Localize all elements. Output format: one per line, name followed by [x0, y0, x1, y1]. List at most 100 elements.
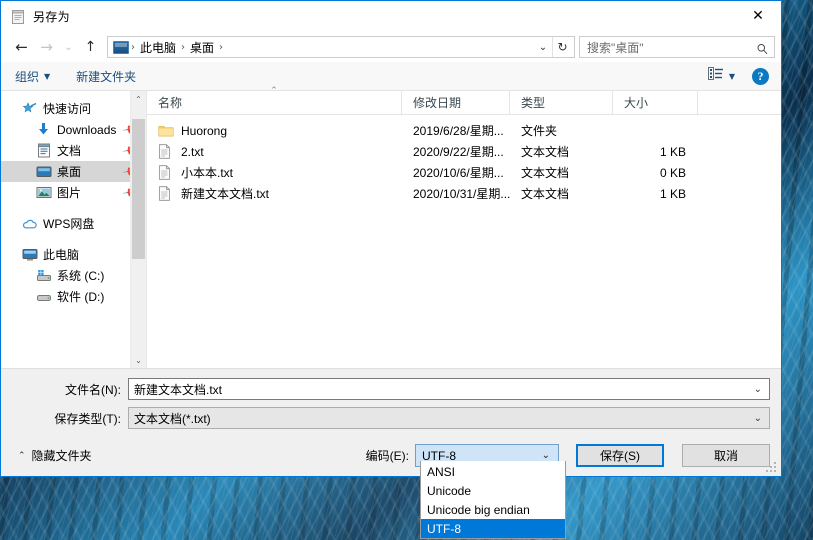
text-file-icon [158, 186, 176, 201]
hide-folders-toggle[interactable]: ⌃ 隐藏文件夹 [18, 447, 92, 464]
sidebar-item-this-pc[interactable]: 此电脑 [1, 244, 146, 265]
up-icon[interactable]: ↑ [78, 35, 103, 59]
sidebar-item-drive-d[interactable]: 软件 (D:) [1, 286, 146, 307]
column-header-name[interactable]: ⌃ 名称 [147, 86, 402, 114]
sidebar-item-pictures[interactable]: 图片 📌 [1, 182, 146, 203]
navigation-sidebar: 快速访问 Downloads 📌 [1, 91, 146, 368]
save-button[interactable]: 保存(S) [576, 444, 664, 467]
scrollbar-track[interactable] [131, 107, 146, 352]
breadcrumb-separator: › [181, 41, 186, 53]
chevron-down-icon: ▼ [44, 71, 51, 81]
breadcrumb-desktop[interactable]: 桌面 [187, 39, 217, 56]
encoding-dropdown-list[interactable]: ANSI Unicode Unicode big endian UTF-8 [420, 461, 566, 539]
encoding-option-unicode-big-endian[interactable]: Unicode big endian [421, 500, 565, 519]
sidebar-item-wps-cloud[interactable]: WPS网盘 [1, 213, 146, 234]
filename-label: 文件名(N): [65, 382, 121, 397]
recent-locations-icon[interactable]: ⌄ [59, 35, 78, 59]
table-row[interactable]: 2.txt 2020/9/22/星期... 文本文档 1 KB [147, 141, 781, 162]
sidebar-item-drive-c[interactable]: 系统 (C:) [1, 265, 146, 286]
sidebar-item-documents[interactable]: 文档 📌 [1, 140, 146, 161]
download-icon [35, 122, 52, 137]
file-type-cell: 文本文档 [521, 145, 570, 159]
hide-folders-label: 隐藏文件夹 [31, 449, 92, 463]
encoding-label: 编码(E): [365, 449, 409, 463]
filetype-select[interactable]: 文本文档(*.txt) ⌄ [128, 407, 770, 429]
drive-icon [35, 291, 52, 303]
cloud-icon [21, 218, 38, 230]
breadcrumb-this-pc[interactable]: 此电脑 [137, 39, 179, 56]
sidebar-item-label: 软件 (D:) [57, 290, 105, 304]
file-name-cell: 小本本.txt [147, 164, 402, 181]
scroll-down-icon[interactable]: ⌄ [131, 352, 147, 368]
new-folder-button[interactable]: 新建文件夹 [76, 68, 136, 85]
command-bar-right: ▼ ? [707, 67, 769, 85]
sidebar-item-downloads[interactable]: Downloads 📌 [1, 119, 146, 140]
file-date-cell: 2020/9/22/星期... [413, 145, 504, 159]
sidebar-item-quick-access[interactable]: 快速访问 [1, 98, 146, 119]
forward-icon[interactable]: → [34, 35, 59, 59]
filename-input[interactable]: 新建文本文档.txt ⌄ [128, 378, 770, 400]
search-placeholder: 搜索"桌面" [587, 40, 644, 55]
text-file-icon [158, 165, 176, 180]
this-pc-icon [21, 248, 38, 262]
close-button[interactable]: ✕ [735, 1, 781, 31]
view-mode-button[interactable]: ▼ [707, 67, 735, 85]
sidebar-item-desktop[interactable]: 桌面 📌 [1, 161, 146, 182]
resize-grip[interactable] [766, 462, 778, 474]
chevron-down-icon[interactable]: ⌄ [754, 384, 762, 395]
scrollbar-thumb[interactable] [132, 119, 145, 259]
table-row[interactable]: 新建文本文档.txt 2020/10/31/星期... 文本文档 1 KB [147, 183, 781, 204]
file-name-cell: Huorong [147, 124, 402, 138]
scroll-up-icon[interactable]: ⌃ [131, 91, 147, 107]
command-bar: 组织 ▼ 新建文件夹 ▼ ? [1, 62, 781, 91]
filetype-value: 文本文档(*.txt) [134, 411, 211, 426]
column-header-type[interactable]: 类型 [510, 91, 613, 114]
dialog-body: 快速访问 Downloads 📌 [1, 86, 781, 368]
sidebar-item-label: 此电脑 [43, 248, 80, 262]
table-row[interactable]: 小本本.txt 2020/10/6/星期... 文本文档 0 KB [147, 162, 781, 183]
column-headers: ⌃ 名称 修改日期 类型 大小 [147, 86, 781, 115]
file-size-cell: 1 KB [659, 144, 686, 159]
column-header-size[interactable]: 大小 [613, 91, 698, 114]
save-as-dialog: 另存为 ✕ ← → ⌄ ↑ › 此电脑 › 桌面 › ⌄ ↻ 搜索"桌面" 组织… [0, 0, 782, 477]
file-name-cell: 新建文本文档.txt [147, 185, 402, 202]
sidebar-scrollbar[interactable]: ⌃ ⌄ [130, 91, 146, 368]
notepad-icon [10, 9, 26, 25]
search-input[interactable]: 搜索"桌面" [579, 36, 775, 58]
chevron-down-icon[interactable]: ⌄ [534, 37, 552, 57]
encoding-option-ansi[interactable]: ANSI [421, 462, 565, 481]
file-date-cell: 2020/10/31/星期... [413, 187, 510, 201]
folder-icon [158, 124, 176, 137]
documents-icon [35, 143, 52, 158]
new-folder-label: 新建文件夹 [76, 69, 137, 84]
column-header-label: 名称 [158, 96, 183, 110]
encoding-option-utf8[interactable]: UTF-8 [421, 519, 565, 538]
desktop-icon [35, 165, 52, 179]
column-header-label: 大小 [624, 96, 649, 110]
filetype-row: 保存类型(T): 文本文档(*.txt) ⌄ [12, 407, 770, 429]
organize-button[interactable]: 组织 ▼ [15, 68, 50, 85]
filetype-label: 保存类型(T): [54, 411, 121, 426]
sort-ascending-icon: ⌃ [270, 86, 278, 96]
navigation-bar: ← → ⌄ ↑ › 此电脑 › 桌面 › ⌄ ↻ 搜索"桌面" [1, 32, 781, 62]
sidebar-item-label: 桌面 [57, 165, 82, 179]
file-name-label: 小本本.txt [181, 166, 234, 180]
refresh-icon[interactable]: ↻ [552, 37, 572, 57]
encoding-option-unicode[interactable]: Unicode [421, 481, 565, 500]
cancel-button[interactable]: 取消 [682, 444, 770, 467]
chevron-down-icon[interactable]: ⌄ [542, 450, 550, 461]
view-list-icon [707, 67, 723, 85]
file-date-cell: 2020/10/6/星期... [413, 166, 504, 180]
filename-row: 文件名(N): 新建文本文档.txt ⌄ [12, 378, 770, 400]
help-button[interactable]: ? [752, 67, 769, 85]
organize-label: 组织 [15, 69, 40, 84]
table-row[interactable]: Huorong 2019/6/28/星期... 文件夹 [147, 120, 781, 141]
column-header-date[interactable]: 修改日期 [402, 91, 510, 114]
text-file-icon [158, 144, 176, 159]
address-bar[interactable]: › 此电脑 › 桌面 › ⌄ ↻ [107, 36, 575, 58]
filename-value: 新建文本文档.txt [134, 382, 223, 397]
back-icon[interactable]: ← [9, 35, 34, 59]
chevron-down-icon[interactable]: ⌄ [754, 413, 762, 424]
file-name-label: Huorong [181, 123, 228, 138]
